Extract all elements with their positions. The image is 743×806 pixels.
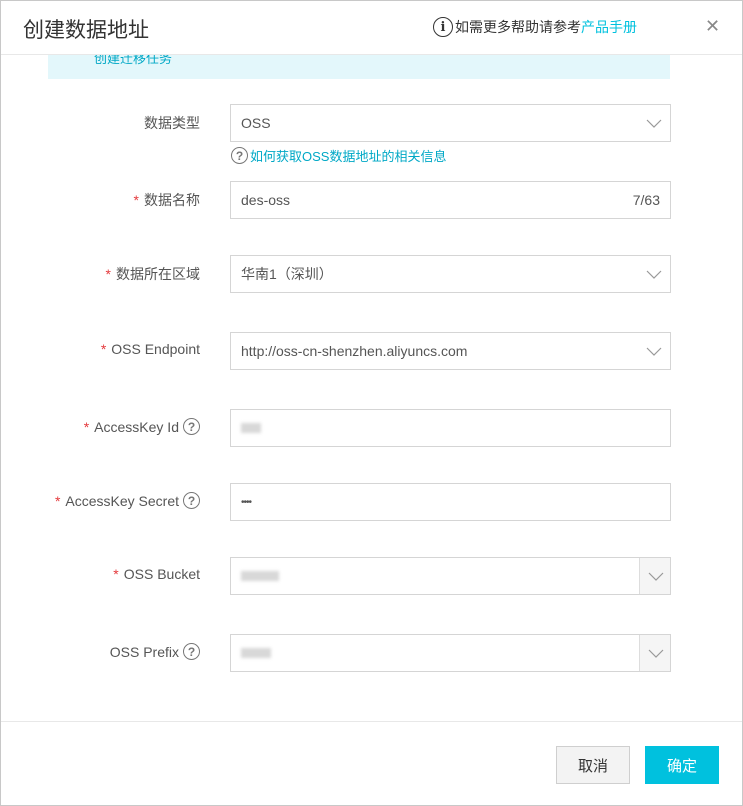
question-icon[interactable]: ?	[183, 418, 200, 435]
prefix-row: OSS Prefix?	[1, 634, 742, 672]
product-manual-link[interactable]: 产品手册	[581, 17, 637, 37]
data-type-row: 数据类型 OSS	[1, 104, 742, 142]
confirm-button[interactable]: 确定	[645, 746, 719, 784]
bucket-label: OSS Bucket	[123, 566, 200, 582]
help-hint: i 如需更多帮助请参考 产品手册	[433, 17, 637, 37]
chevron-down-icon	[646, 347, 662, 356]
bucket-select[interactable]	[230, 557, 671, 595]
chevron-down-icon	[646, 119, 662, 128]
dialog-header: 创建数据地址 i 如需更多帮助请参考 产品手册 ✕	[1, 1, 742, 55]
dialog-title: 创建数据地址	[23, 19, 149, 42]
region-row: * 数据所在区域 华南1（深圳）	[1, 255, 742, 293]
data-name-label: 数据名称	[144, 192, 200, 208]
access-key-id-label: AccessKey Id	[94, 418, 179, 435]
data-name-input[interactable]: des-oss 7/63	[230, 181, 671, 219]
chevron-down-icon	[648, 572, 664, 581]
question-icon[interactable]: ?	[183, 643, 200, 660]
access-key-secret-input[interactable]: ••••	[230, 483, 671, 521]
access-key-id-input[interactable]	[230, 409, 671, 447]
dropdown-toggle[interactable]	[639, 635, 670, 671]
info-icon: i	[433, 17, 453, 37]
create-data-address-dialog: 创建迁移任务 创建数据地址 i 如需更多帮助请参考 产品手册 ✕ 数据类型 OS…	[0, 0, 743, 806]
bucket-row: * OSS Bucket	[1, 557, 742, 595]
access-key-secret-row: * AccessKey Secret? ••••	[1, 483, 742, 521]
blurred-value	[241, 423, 261, 433]
blurred-value	[241, 571, 279, 581]
data-type-select[interactable]: OSS	[230, 104, 671, 142]
endpoint-row: * OSS Endpoint http://oss-cn-shenzhen.ali…	[1, 332, 742, 370]
oss-help-link[interactable]: ? 如何获取OSS数据地址的相关信息	[231, 146, 446, 165]
help-text: 如需更多帮助请参考	[455, 19, 581, 35]
access-key-secret-label: AccessKey Secret	[65, 492, 179, 509]
data-type-label: 数据类型	[144, 115, 200, 131]
region-label: 数据所在区域	[116, 266, 200, 282]
data-name-row: * 数据名称 des-oss 7/63	[1, 181, 742, 219]
blurred-value	[241, 648, 271, 658]
chevron-down-icon	[648, 649, 664, 658]
dialog-footer-divider	[1, 721, 742, 722]
cancel-button[interactable]: 取消	[556, 746, 630, 784]
prefix-select[interactable]	[230, 634, 671, 672]
prefix-label: OSS Prefix	[109, 643, 179, 660]
region-select[interactable]: 华南1（深圳）	[230, 255, 671, 293]
endpoint-select[interactable]: http://oss-cn-shenzhen.aliyuncs.com	[230, 332, 671, 370]
close-icon[interactable]: ✕	[705, 16, 720, 37]
endpoint-label: OSS Endpoint	[111, 341, 200, 357]
access-key-id-row: * AccessKey Id?	[1, 409, 742, 447]
char-count: 7/63	[632, 192, 660, 208]
question-icon: ?	[231, 147, 248, 164]
dropdown-toggle[interactable]	[639, 558, 670, 594]
chevron-down-icon	[646, 270, 662, 279]
question-icon[interactable]: ?	[183, 492, 200, 509]
